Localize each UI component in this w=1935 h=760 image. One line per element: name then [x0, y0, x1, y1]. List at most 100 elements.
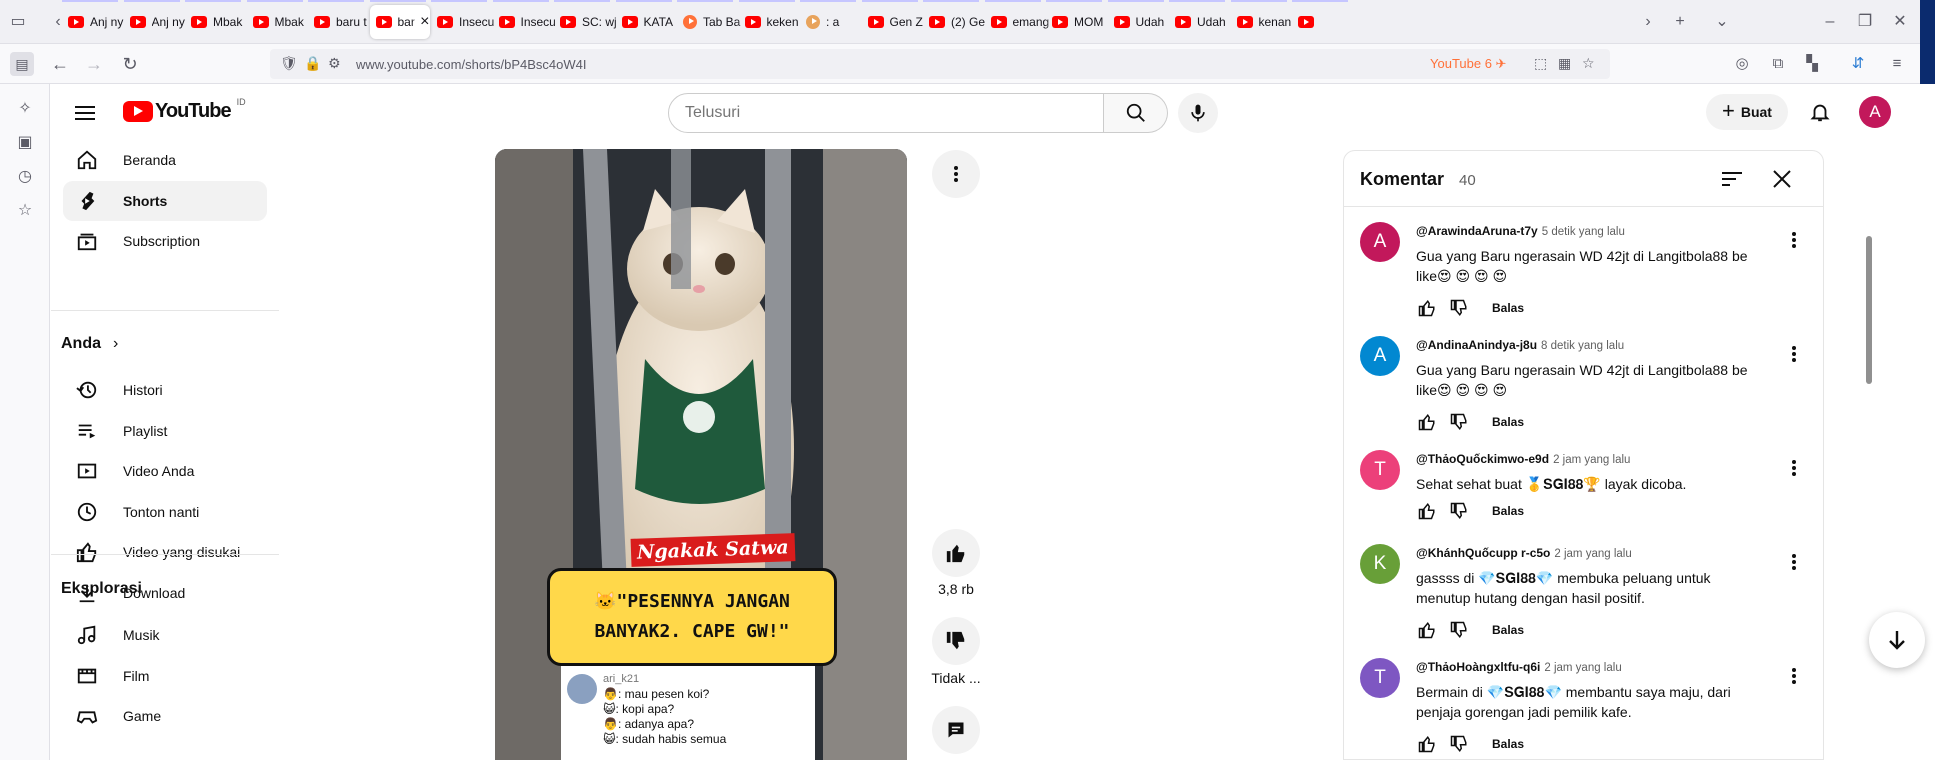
reply-button[interactable]: Balas: [1492, 504, 1524, 518]
guide-item-game[interactable]: Game: [63, 696, 267, 736]
list-all-tabs-icon[interactable]: ⌄: [1712, 12, 1732, 32]
lock-icon[interactable]: 🔒: [304, 55, 321, 72]
comment-time[interactable]: 2 jam yang lalu: [1554, 548, 1631, 560]
commenter-avatar[interactable]: A: [1360, 336, 1400, 376]
comment-dislike-icon[interactable]: [1448, 297, 1470, 319]
scroll-tabs-right-icon[interactable]: ›: [1638, 12, 1658, 32]
comment-icon: [948, 722, 964, 738]
extensions-icon[interactable]: ⧉: [1766, 52, 1790, 76]
reload-icon[interactable]: ↻: [118, 52, 142, 76]
history-sidebar-icon[interactable]: ◷: [14, 166, 36, 188]
comment-like-icon[interactable]: [1416, 297, 1438, 319]
restore-icon[interactable]: ❐: [1855, 12, 1875, 32]
you-section-heading[interactable]: Anda ›: [61, 335, 118, 353]
shorts-player[interactable]: Ngakak Satwa 🐱"PESENNYA JANGAN BANYAK2. …: [495, 149, 907, 760]
close-window-icon[interactable]: ✕: [1890, 12, 1910, 32]
account-icon[interactable]: ◎: [1730, 52, 1754, 76]
comment-author[interactable]: @ArawindaAruna-t7y: [1416, 224, 1538, 238]
sort-comments-icon[interactable]: [1722, 171, 1742, 192]
commenter-avatar[interactable]: T: [1360, 658, 1400, 698]
bookmarks-sidebar-icon[interactable]: ☆: [14, 200, 36, 222]
comment-dislike-icon[interactable]: [1448, 619, 1470, 641]
comment-like-icon[interactable]: [1416, 500, 1438, 522]
back-icon[interactable]: ←: [48, 52, 72, 76]
reply-button[interactable]: Balas: [1492, 301, 1524, 315]
comment-like-icon[interactable]: [1416, 733, 1438, 755]
commenter-avatar[interactable]: K: [1360, 544, 1400, 584]
search-input[interactable]: [669, 94, 1103, 132]
more-actions-button[interactable]: [932, 150, 980, 198]
guide-item-video-anda[interactable]: Video Anda: [63, 451, 267, 491]
comment-menu-icon[interactable]: [1782, 456, 1806, 480]
guide-item-subscription[interactable]: Subscription: [63, 221, 267, 261]
comment-author[interactable]: @AndinaAnindya-j8u: [1416, 338, 1537, 352]
search-button[interactable]: [1104, 93, 1168, 133]
translate-icon[interactable]: ⇵: [1846, 52, 1870, 76]
grid-icon[interactable]: ▦: [1558, 55, 1571, 72]
guide-item-playlist[interactable]: Playlist: [63, 411, 267, 451]
comment-like-icon[interactable]: [1416, 411, 1438, 433]
comment-menu-icon[interactable]: [1782, 228, 1806, 252]
bookmark-star-icon[interactable]: ☆: [1582, 55, 1595, 72]
comment-dislike-icon[interactable]: [1448, 411, 1470, 433]
url-bar[interactable]: 🛡 🔒 ⚙ www.youtube.com/shorts/bP4Bsc4oW4I…: [270, 49, 1610, 79]
close-comments-icon[interactable]: [1772, 169, 1792, 194]
browser-tab[interactable]: bar ×: [369, 5, 430, 39]
like-button[interactable]: [932, 529, 980, 577]
shield-icon[interactable]: 🛡: [280, 55, 298, 72]
guide-menu-icon[interactable]: [75, 106, 95, 120]
reply-button[interactable]: Balas: [1492, 737, 1524, 751]
comment-menu-icon[interactable]: [1782, 664, 1806, 688]
notifications-button[interactable]: [1804, 96, 1836, 128]
reply-button[interactable]: Balas: [1492, 415, 1524, 429]
guide-item-shorts[interactable]: Shorts: [63, 180, 267, 221]
apps-grid-icon[interactable]: ▚: [1800, 52, 1824, 76]
comment-time[interactable]: 2 jam yang lalu: [1544, 662, 1621, 674]
comment-menu-icon[interactable]: [1782, 342, 1806, 366]
comment-author[interactable]: @ThảoQuốckimwo-e9d: [1416, 452, 1549, 466]
commenter-avatar[interactable]: T: [1360, 450, 1400, 490]
comment-author[interactable]: @KhánhQuốcupp r-c5o: [1416, 546, 1550, 560]
commenter-avatar[interactable]: A: [1360, 222, 1400, 262]
next-short-button[interactable]: [1869, 612, 1925, 668]
new-tab-icon[interactable]: +: [1670, 12, 1690, 32]
comment-menu-icon[interactable]: [1782, 550, 1806, 574]
comment-item: A @AndinaAnindya-j8u 8 detik yang lalu Gua …: [1344, 336, 1814, 446]
guide-item-histori[interactable]: Histori: [63, 370, 267, 410]
download-page-icon[interactable]: ⬚: [1534, 55, 1547, 72]
sidebar-toggle-icon[interactable]: ▤: [10, 52, 34, 76]
reply-button[interactable]: Balas: [1492, 623, 1524, 637]
comment-dislike-icon[interactable]: [1448, 733, 1470, 755]
guide-item-musik[interactable]: Musik: [63, 615, 267, 655]
ai-chat-icon[interactable]: ✧: [14, 98, 36, 120]
minimize-icon[interactable]: –: [1820, 12, 1840, 32]
forward-icon[interactable]: →: [82, 52, 106, 76]
search-box[interactable]: [668, 93, 1104, 133]
permissions-icon[interactable]: ⚙: [328, 55, 341, 72]
app-menu-icon[interactable]: ≡: [1885, 52, 1909, 76]
comment-actions: Balas: [1416, 411, 1524, 433]
comment-like-icon[interactable]: [1416, 619, 1438, 641]
comment-time[interactable]: 8 detik yang lalu: [1541, 340, 1624, 352]
synced-tabs-icon[interactable]: ▣: [14, 132, 36, 154]
comment-author[interactable]: @ThảoHoàngxltfu-q6i: [1416, 660, 1540, 674]
comments-scrollbar[interactable]: [1866, 236, 1872, 384]
browser-tab[interactable]: [1292, 5, 1366, 39]
tab-list-icon[interactable]: ▭: [8, 12, 28, 32]
comment-time[interactable]: 2 jam yang lalu: [1553, 454, 1630, 466]
youtube-logo[interactable]: YouTube ID: [123, 97, 246, 123]
youtube-extension-badge[interactable]: YouTube 6 ✈: [1430, 56, 1506, 72]
guide-item-beranda[interactable]: Beranda: [63, 140, 267, 180]
guide-item-film[interactable]: Film: [63, 656, 267, 696]
guide-item-video-yang-disukai[interactable]: Video yang disukai: [63, 532, 267, 572]
comment-dislike-icon[interactable]: [1448, 500, 1470, 522]
dislike-button[interactable]: [932, 617, 980, 665]
comment-time[interactable]: 5 detik yang lalu: [1542, 226, 1625, 238]
comments-button[interactable]: [932, 706, 980, 754]
guide-item-tonton-nanti[interactable]: Tonton nanti: [63, 492, 267, 532]
url-text[interactable]: www.youtube.com/shorts/bP4Bsc4oW4I: [356, 57, 587, 72]
account-avatar[interactable]: A: [1859, 96, 1891, 128]
close-tab-icon[interactable]: ×: [420, 13, 429, 31]
create-button[interactable]: + Buat: [1706, 94, 1788, 130]
voice-search-button[interactable]: [1178, 93, 1218, 133]
